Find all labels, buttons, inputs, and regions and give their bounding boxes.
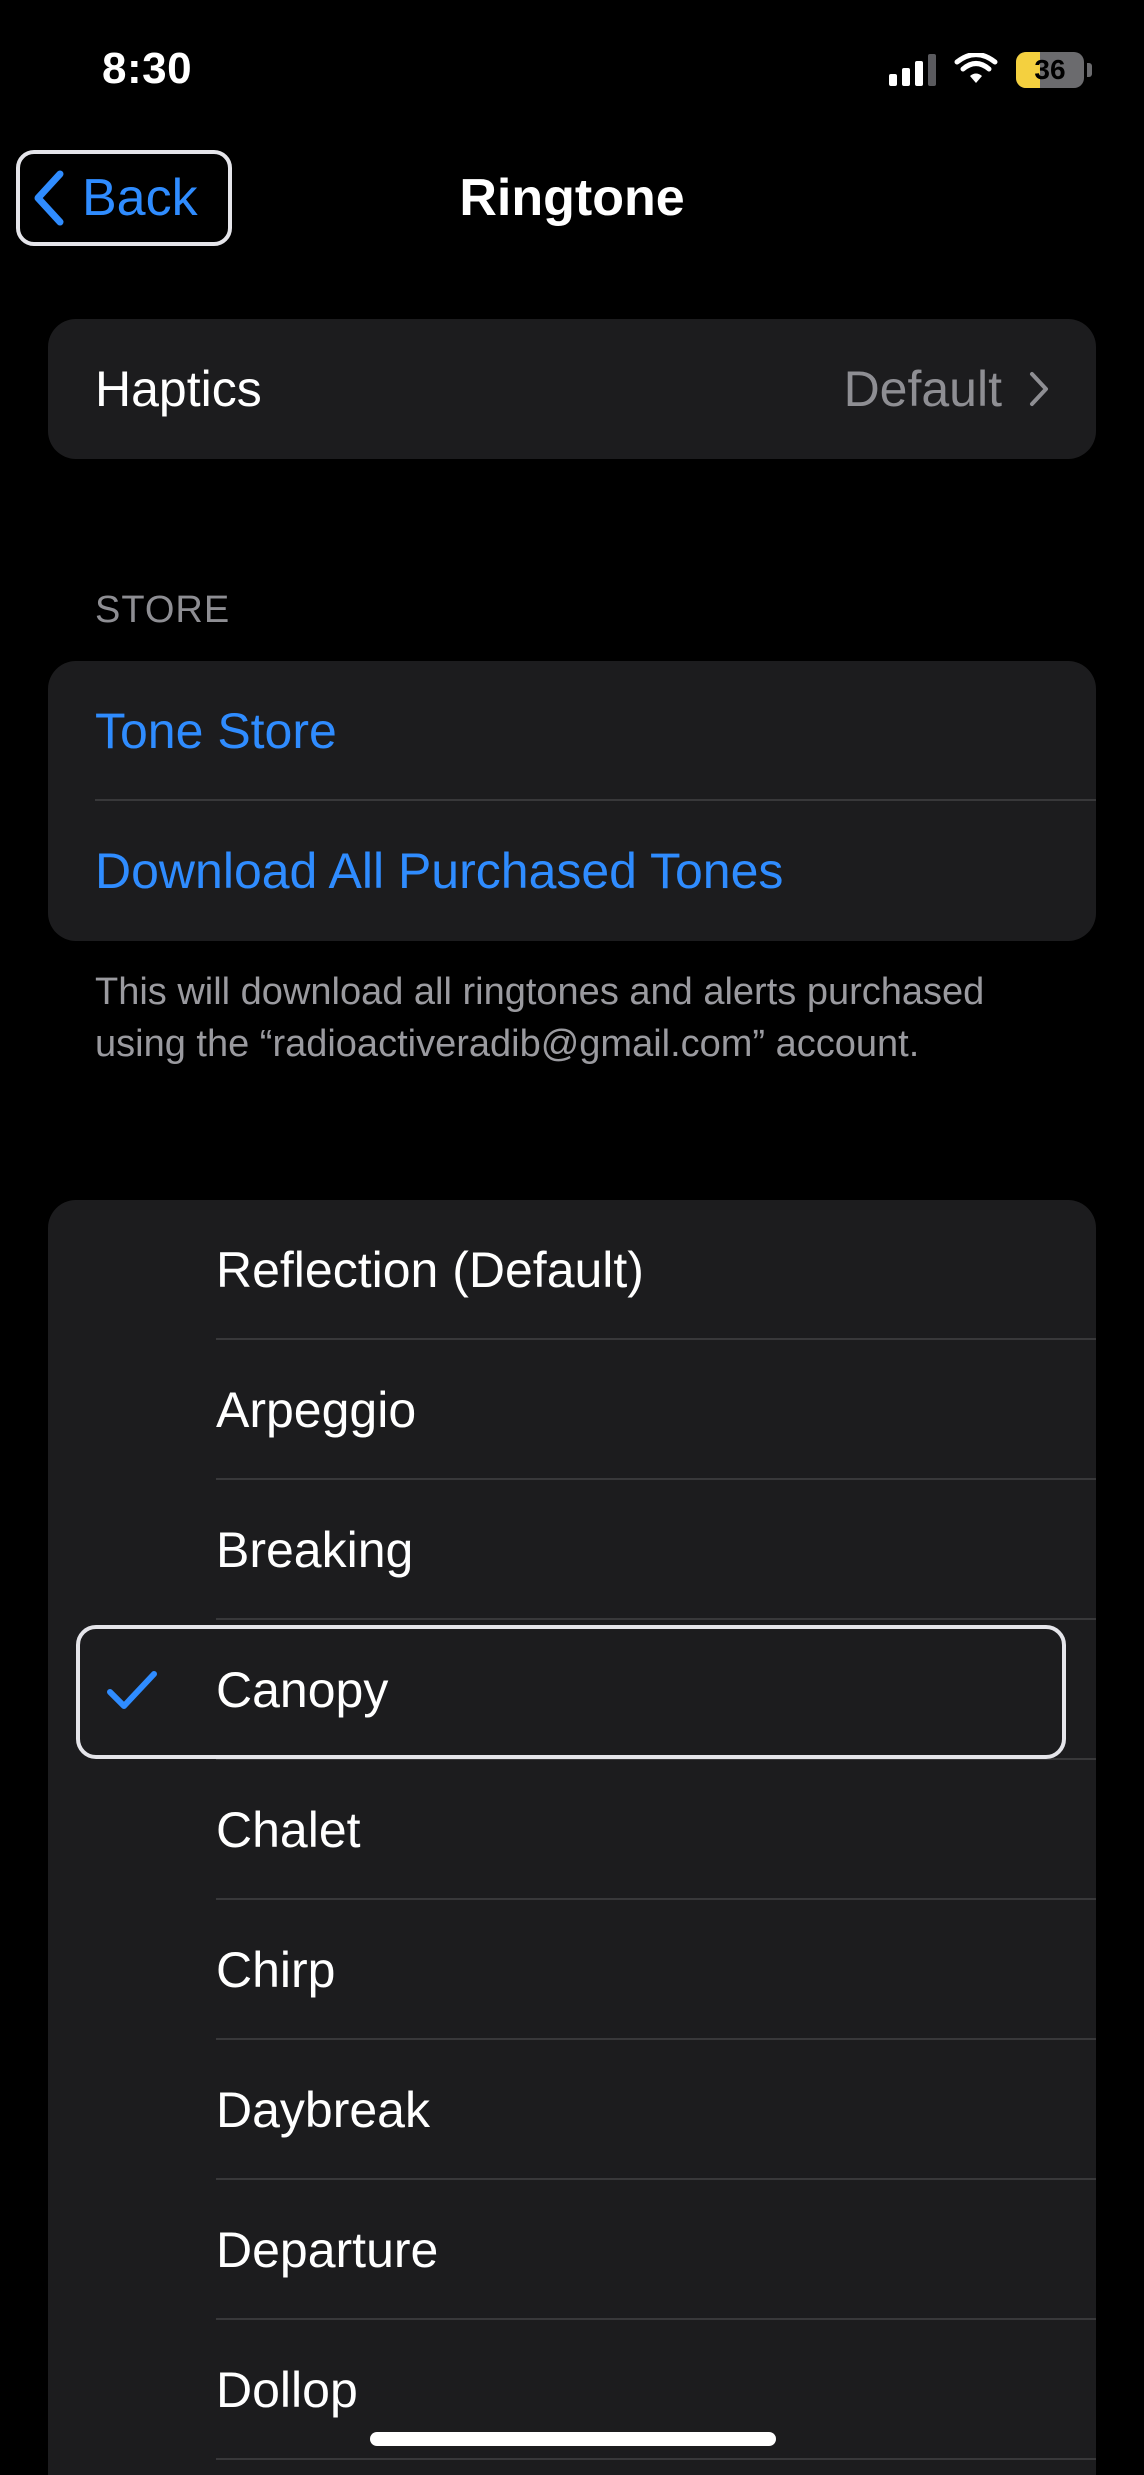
tone-store-link[interactable]: Tone Store xyxy=(48,661,1096,801)
tone-item-chirp[interactable]: Chirp xyxy=(48,1900,1096,2040)
ringtone-list: Reflection (Default) Arpeggio Breaking C… xyxy=(48,1200,1096,2475)
divider xyxy=(216,2458,1096,2460)
tone-item-canopy[interactable]: Canopy xyxy=(48,1620,1096,1760)
tone-label: Arpeggio xyxy=(216,1382,417,1438)
store-footer-note: This will download all ringtones and ale… xyxy=(95,971,985,1065)
tone-label: Chalet xyxy=(216,1802,361,1858)
tone-label: Dollop xyxy=(216,2362,358,2418)
download-all-tones-link[interactable]: Download All Purchased Tones xyxy=(48,801,1096,941)
tone-label: Reflection (Default) xyxy=(216,1242,644,1298)
cellular-signal-icon xyxy=(889,54,936,86)
haptics-row[interactable]: Haptics Default xyxy=(48,319,1096,459)
tone-item-daybreak[interactable]: Daybreak xyxy=(48,2040,1096,2180)
checkmark-icon xyxy=(107,1671,157,1709)
tone-item-arpeggio[interactable]: Arpeggio xyxy=(48,1340,1096,1480)
haptics-value: Default xyxy=(843,361,1002,417)
tone-label: Canopy xyxy=(216,1662,389,1718)
tone-label: Chirp xyxy=(216,1942,336,1998)
tone-label: Departure xyxy=(216,2222,439,2278)
page-title: Ringtone xyxy=(459,169,685,227)
tone-store-label: Tone Store xyxy=(95,703,337,759)
tone-label: Breaking xyxy=(216,1522,414,1578)
tone-item-breaking[interactable]: Breaking xyxy=(48,1480,1096,1620)
battery-icon: 36 xyxy=(1016,52,1092,88)
tone-item-chalet[interactable]: Chalet xyxy=(48,1760,1096,1900)
haptics-card: Haptics Default xyxy=(48,319,1096,459)
chevron-right-icon xyxy=(1030,372,1048,406)
battery-level: 36 xyxy=(1034,54,1066,85)
tone-label: Daybreak xyxy=(216,2082,430,2138)
tone-item-reflection[interactable]: Reflection (Default) xyxy=(48,1200,1096,1340)
status-icons: 36 xyxy=(889,50,1092,90)
download-all-tones-label: Download All Purchased Tones xyxy=(95,843,784,899)
status-time: 8:30 xyxy=(102,44,193,93)
store-card: Tone Store Download All Purchased Tones xyxy=(48,661,1096,941)
tone-item-departure[interactable]: Departure xyxy=(48,2180,1096,2320)
ringtone-screen: 8:30 36 Back Ringtone Haptics Default ST… xyxy=(0,0,1144,2475)
store-section-header: STORE xyxy=(95,589,231,631)
wifi-icon xyxy=(954,53,998,83)
home-indicator[interactable] xyxy=(370,2432,776,2446)
haptics-label: Haptics xyxy=(95,361,262,417)
